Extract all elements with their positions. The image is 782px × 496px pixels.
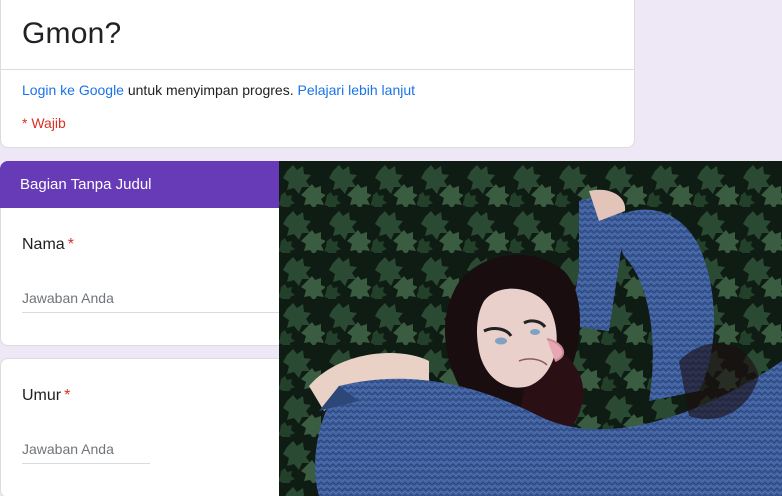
- question-label-text: Nama: [22, 236, 65, 253]
- umur-answer-input[interactable]: [22, 441, 150, 464]
- login-notice-text: untuk menyimpan progres.: [123, 82, 298, 98]
- section-header: Bagian Tanpa Judul: [0, 161, 300, 209]
- learn-more-link[interactable]: Pelajari lebih lanjut: [298, 82, 416, 98]
- question-card-umur: Umur *: [0, 358, 300, 496]
- form-title: Gmon?: [22, 17, 122, 50]
- nama-answer-input[interactable]: [22, 290, 280, 313]
- question-label: Nama *: [22, 236, 74, 254]
- header-divider: [1, 69, 634, 70]
- section-title: Bagian Tanpa Judul: [20, 176, 152, 193]
- artwork-image: [279, 161, 782, 496]
- form-viewport: Gmon? Login ke Google untuk menyimpan pr…: [0, 0, 782, 496]
- question-label-text: Umur: [22, 387, 62, 404]
- form-header-card: Gmon? Login ke Google untuk menyimpan pr…: [0, 0, 635, 148]
- question-card-nama: Nama *: [0, 208, 300, 346]
- required-asterisk: *: [67, 236, 74, 253]
- question-label: Umur *: [22, 387, 70, 405]
- required-asterisk: *: [64, 387, 71, 404]
- login-notice: Login ke Google untuk menyimpan progres.…: [22, 82, 415, 98]
- required-note: * Wajib: [22, 115, 66, 131]
- google-login-link[interactable]: Login ke Google: [22, 82, 124, 98]
- artwork-illustration: [279, 161, 782, 496]
